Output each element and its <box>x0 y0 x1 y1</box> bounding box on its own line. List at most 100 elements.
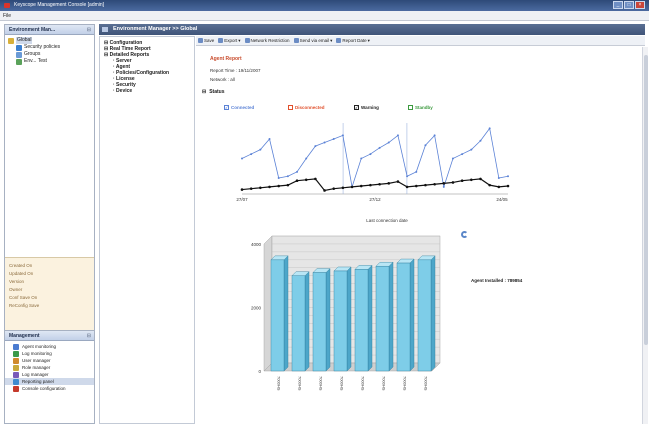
management-item[interactable]: Reporting panel <box>5 378 94 385</box>
management-item[interactable]: User manager <box>5 357 94 364</box>
maximize-button[interactable]: □ <box>624 1 634 9</box>
line-point <box>414 184 418 188</box>
line-point <box>424 183 427 187</box>
pin-icon[interactable]: ⊟ <box>87 25 91 35</box>
folder-icon <box>8 37 14 44</box>
management-item[interactable]: Log monitoring <box>5 350 94 357</box>
line-point <box>296 170 299 173</box>
report-date-label: Report Date <box>342 38 367 43</box>
chevron-down-icon: ▾ <box>238 37 241 43</box>
minimize-button[interactable]: _ <box>613 1 623 9</box>
line-point <box>470 178 473 182</box>
environment-icon <box>102 27 108 32</box>
scrollbar-thumb[interactable] <box>644 55 648 345</box>
line-point <box>277 184 280 188</box>
vertical-scrollbar[interactable] <box>642 47 648 424</box>
line-point <box>286 183 290 187</box>
bar-side <box>367 264 373 372</box>
management-item-icon <box>13 385 19 392</box>
bar <box>417 259 432 372</box>
close-button[interactable]: × <box>635 1 645 9</box>
line-point <box>350 185 354 189</box>
bar-side <box>388 261 394 372</box>
tree-node[interactable]: Global <box>8 37 91 44</box>
save-button[interactable]: Save <box>198 38 214 43</box>
app-icon <box>4 3 10 8</box>
line-point <box>277 177 280 180</box>
tree-node-label: Groups <box>24 51 41 57</box>
line-point <box>378 146 381 149</box>
network-restriction-button[interactable]: Network Restriction <box>244 38 290 43</box>
line-point <box>359 184 363 188</box>
export-button[interactable]: Export ▾ <box>218 37 241 44</box>
bar-category-label: 7000HS <box>319 376 324 391</box>
line-point <box>332 137 335 140</box>
tree-node[interactable]: Env... Test <box>8 58 91 65</box>
line-point <box>314 177 317 181</box>
tree-node[interactable]: Groups <box>8 51 91 58</box>
line-point <box>304 178 308 182</box>
line-point <box>241 157 243 160</box>
bar-side <box>283 255 289 372</box>
bar-chart-tick-label: 2000 <box>251 306 262 311</box>
line-point <box>396 134 399 137</box>
property-label: Created On <box>9 263 33 268</box>
management-item-label: Console configuration <box>22 386 66 391</box>
report-date-button[interactable]: Report Date ▾ <box>336 38 370 44</box>
management-item-icon <box>13 371 19 378</box>
management-item-label: Agent monitoring <box>22 344 57 349</box>
bar <box>396 262 411 372</box>
line-point <box>259 186 262 190</box>
line-point <box>314 145 317 148</box>
folder-icon <box>16 51 22 58</box>
menubar: File <box>0 11 649 21</box>
management-item[interactable]: Log manager <box>5 371 94 378</box>
management-item[interactable]: Agent monitoring <box>5 343 94 350</box>
line-series-connected <box>241 127 509 188</box>
management-item[interactable]: Console configuration <box>5 385 94 392</box>
menu-file[interactable]: File <box>3 13 11 19</box>
line-point <box>406 175 409 178</box>
calendar-icon <box>336 38 342 43</box>
nav-item[interactable]: · Device <box>104 88 190 94</box>
line-point <box>497 185 501 189</box>
management-panel: Management ⊟ Agent monitoring Log monitor… <box>5 330 94 423</box>
line-point <box>305 157 308 160</box>
line-point <box>250 153 253 156</box>
line-point <box>259 148 262 151</box>
management-item-label: Reporting panel <box>22 379 54 384</box>
collapse-icon[interactable]: ⊟ <box>87 331 91 341</box>
line-point <box>433 182 436 186</box>
line-point <box>488 183 491 187</box>
line-point <box>396 180 400 183</box>
management-item[interactable]: Role manager <box>5 364 94 371</box>
tree-node-label: Security policies <box>24 44 61 50</box>
bar-chart-tick-label: 0 <box>258 369 261 374</box>
property-label: Updated On <box>9 271 34 276</box>
bar-side <box>430 255 436 372</box>
window-titlebar: Keyscope Management Console [admin] _ □ … <box>0 0 649 11</box>
management-item-label: Log monitoring <box>22 351 52 356</box>
report-charts: 27/07 27/12 24/05 Last connection date 4000 2… <box>236 123 510 391</box>
line-point <box>268 185 271 189</box>
line-point <box>387 141 390 144</box>
report-view: Agent Report Report Time : 19/11/2007 Ne… <box>196 47 642 424</box>
send-email-button[interactable]: Send via email ▾ <box>293 38 332 44</box>
tree-node[interactable]: Security policies <box>8 44 91 51</box>
property-label: ReConfig Save <box>9 303 40 308</box>
line-point <box>461 153 464 156</box>
environment-tree: Global Security policies Groups Env... Test <box>5 35 94 67</box>
management-header: Management ⊟ <box>5 331 94 341</box>
management-item-icon <box>13 357 19 364</box>
window-controls: _ □ × <box>613 1 645 9</box>
line-point <box>470 148 473 151</box>
send-email-label: Send via email <box>299 38 330 43</box>
line-point <box>341 186 345 190</box>
left-pane-title: Environment Man... <box>9 27 56 33</box>
line-point <box>323 189 326 192</box>
left-pane: Environment Man... ⊟ Global Security poli… <box>4 24 95 424</box>
bar-category-label: 7000HS <box>424 376 429 391</box>
refresh-icon[interactable] <box>461 231 468 238</box>
line-point <box>240 188 244 191</box>
bar-category-label: 7000HS <box>298 376 303 391</box>
